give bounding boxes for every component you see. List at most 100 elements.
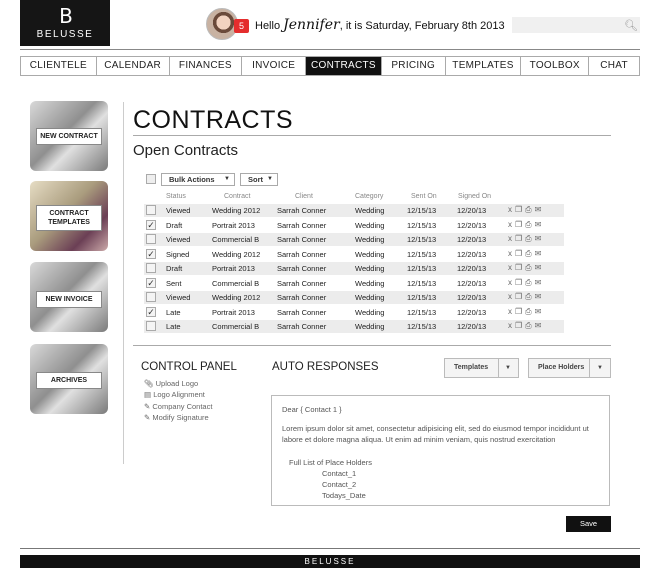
notification-badge[interactable]: 5 (234, 19, 249, 33)
email-icon[interactable]: ✉ (535, 278, 545, 287)
print-icon[interactable]: ⎙ (525, 307, 534, 316)
email-icon[interactable]: ✉ (535, 249, 545, 258)
delete-icon[interactable]: x (508, 292, 515, 301)
select-all-checkbox[interactable] (146, 174, 156, 184)
logo-alignment-link[interactable]: ▤ Logo Alignment (144, 390, 205, 399)
email-icon[interactable]: ✉ (535, 263, 545, 272)
col-category[interactable]: Category (355, 193, 383, 200)
row-checkbox[interactable] (146, 234, 156, 244)
print-icon[interactable]: ⎙ (525, 292, 534, 301)
row-checkbox[interactable] (146, 205, 156, 215)
copy-icon[interactable]: ❐ (515, 234, 525, 243)
search-input[interactable] (512, 17, 640, 33)
col-client[interactable]: Client (295, 193, 313, 200)
cell-status: Viewed (166, 206, 191, 215)
row-checkbox[interactable]: ✓ (146, 248, 156, 259)
table-row[interactable]: Viewed Wedding 2012 Sarrah Conner Wedding 12… (144, 204, 564, 217)
row-checkbox[interactable]: ✓ (146, 219, 156, 230)
contract-templates-button[interactable]: CONTRACT TEMPLATES (30, 181, 108, 251)
modify-signature-link[interactable]: ✎ Modify Signature (144, 413, 209, 422)
company-contact-link[interactable]: ✎ Company Contact (144, 402, 212, 411)
auto-response-editor[interactable]: Dear { Contact 1 } Lorem ipsum dolor sit… (271, 395, 610, 506)
tab-invoice[interactable]: INVOICE (242, 57, 307, 75)
delete-icon[interactable]: x (508, 249, 515, 258)
templates-dropdown[interactable]: Templates ▼ (444, 358, 519, 378)
copy-icon[interactable]: ❐ (515, 307, 525, 316)
delete-icon[interactable]: x (508, 205, 515, 214)
delete-icon[interactable]: x (508, 263, 515, 272)
email-icon[interactable]: ✉ (535, 321, 545, 330)
row-checkbox[interactable]: ✓ (146, 277, 156, 288)
print-icon[interactable]: ⎙ (525, 234, 534, 243)
table-row[interactable]: ✓ Sent Commercial B Sarrah Conner Wedding 12/… (144, 277, 564, 290)
email-icon[interactable]: ✉ (535, 307, 545, 316)
upload-logo-link[interactable]: 📎︎ Upload Logo (144, 379, 198, 388)
print-icon[interactable]: ⎙ (525, 220, 534, 229)
email-icon[interactable]: ✉ (535, 205, 545, 214)
tab-toolbox[interactable]: TOOLBOX (521, 57, 590, 75)
archives-button[interactable]: ARCHIVES (30, 344, 108, 414)
row-checkbox[interactable] (146, 321, 156, 331)
email-icon[interactable]: ✉ (535, 292, 545, 301)
tab-templates[interactable]: TEMPLATES (446, 57, 522, 75)
cell-sent: 12/15/13 (407, 307, 437, 317)
email-icon[interactable]: ✉ (535, 220, 545, 229)
delete-icon[interactable]: x (508, 278, 515, 287)
tab-finances[interactable]: FINANCES (170, 57, 243, 75)
tab-chat[interactable]: CHAT (589, 57, 639, 75)
chevron-down-icon: ▼ (505, 365, 511, 371)
copy-icon[interactable]: ❐ (515, 278, 525, 287)
col-status[interactable]: Status (166, 193, 186, 200)
col-signed-on[interactable]: Signed On (458, 193, 491, 200)
save-button[interactable]: Save (566, 516, 611, 532)
sort-dropdown[interactable]: Sort ▼ (240, 173, 278, 186)
dropdown-separator (498, 359, 499, 377)
placeholders-dropdown[interactable]: Place Holders ▼ (528, 358, 611, 378)
tab-clientele[interactable]: CLIENTELE (21, 57, 97, 75)
tab-calendar[interactable]: CALENDAR (97, 57, 170, 75)
table-row[interactable]: ✓ Signed Wedding 2012 Sarrah Conner Wedding 1… (144, 248, 564, 261)
print-icon[interactable]: ⎙ (525, 263, 534, 272)
row-checkbox[interactable] (146, 292, 156, 302)
table-row[interactable]: Draft Portrait 2013 Sarrah Conner Wedding 12… (144, 262, 564, 275)
print-icon[interactable]: ⎙ (525, 249, 534, 258)
table-row[interactable]: Late Commercial B Sarrah Conner Wedding 12/1… (144, 320, 564, 333)
copy-icon[interactable]: ❐ (515, 292, 525, 301)
table-row[interactable]: ✓ Draft Portrait 2013 Sarrah Conner Wedding 1… (144, 219, 564, 232)
delete-icon[interactable]: x (508, 307, 515, 316)
print-icon[interactable]: ⎙ (525, 321, 534, 330)
sort-label: Sort (248, 175, 263, 184)
copy-icon[interactable]: ❐ (515, 321, 525, 330)
greeting-date: Saturday, February 8th 2013 (365, 20, 505, 32)
cell-sent: 12/15/13 (407, 293, 437, 302)
search-icon[interactable]: 🔍︎ (624, 19, 638, 32)
row-checkbox[interactable]: ✓ (146, 306, 156, 317)
copy-icon[interactable]: ❐ (515, 205, 525, 214)
tab-contracts[interactable]: CONTRACTS (306, 57, 382, 75)
col-sent-on[interactable]: Sent On (411, 193, 437, 200)
copy-icon[interactable]: ❐ (515, 263, 525, 272)
new-invoice-button[interactable]: NEW INVOICE (30, 262, 108, 332)
cell-category: Wedding (355, 322, 385, 331)
delete-icon[interactable]: x (508, 234, 515, 243)
delete-icon[interactable]: x (508, 220, 515, 229)
table-row[interactable]: Viewed Commercial B Sarrah Conner Wedding 12… (144, 233, 564, 246)
cell-sent: 12/15/13 (407, 278, 437, 288)
table-row[interactable]: ✓ Late Portrait 2013 Sarrah Conner Wedding 12… (144, 306, 564, 319)
row-actions: x❐⎙✉ (508, 307, 544, 317)
table-row[interactable]: Viewed Wedding 2012 Sarrah Conner Wedding 12… (144, 291, 564, 304)
row-checkbox[interactable] (146, 263, 156, 273)
print-icon[interactable]: ⎙ (525, 205, 534, 214)
copy-icon[interactable]: ❐ (515, 220, 525, 229)
delete-icon[interactable]: x (508, 321, 515, 330)
email-icon[interactable]: ✉ (535, 234, 545, 243)
row-actions: x❐⎙✉ (508, 263, 544, 273)
placeholder-item: Contact_1 (322, 469, 357, 478)
tab-pricing[interactable]: PRICING (382, 57, 446, 75)
col-contract[interactable]: Contract (224, 193, 250, 200)
print-icon[interactable]: ⎙ (525, 278, 534, 287)
bulk-actions-dropdown[interactable]: Bulk Actions ▼ (161, 173, 235, 186)
new-contract-button[interactable]: NEW CONTRACT (30, 101, 108, 171)
copy-icon[interactable]: ❐ (515, 249, 525, 258)
brand-logo[interactable]: B BELUSSE (20, 0, 110, 46)
